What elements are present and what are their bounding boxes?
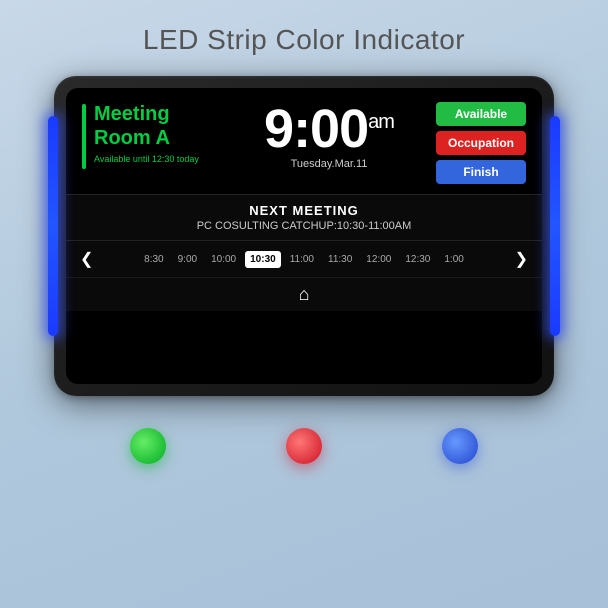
- home-icon[interactable]: ⌂: [299, 284, 310, 305]
- next-meeting-detail: PC COSULTING CATCHUP:10:30-11:00AM: [82, 220, 526, 232]
- led-strip-right: [550, 116, 560, 336]
- finish-button[interactable]: Finish: [436, 160, 526, 184]
- green-accent-bar: [82, 104, 86, 169]
- timeline-slot[interactable]: 9:00: [173, 251, 202, 268]
- room-name: Meeting Room A: [94, 102, 199, 150]
- blue-indicator: [442, 428, 478, 464]
- next-meeting-title: NEXT MEETING: [82, 203, 526, 218]
- clock-section: 9:00am Tuesday.Mar.11: [232, 102, 426, 170]
- screen-top: Meeting Room A Available until 12:30 tod…: [66, 88, 542, 194]
- clock-time: 9:00am: [264, 102, 394, 156]
- room-availability: Available until 12:30 today: [94, 154, 199, 164]
- available-button[interactable]: Available: [436, 102, 526, 126]
- occupation-button[interactable]: Occupation: [436, 131, 526, 155]
- device-outer: Meeting Room A Available until 12:30 tod…: [54, 76, 554, 396]
- timeline-prev-button[interactable]: ❮: [76, 249, 97, 269]
- timeline-slot[interactable]: 10:30: [245, 251, 281, 268]
- timeline-slot[interactable]: 11:00: [285, 251, 319, 268]
- color-indicators: [130, 428, 478, 464]
- timeline-slot[interactable]: 11:30: [323, 251, 357, 268]
- timeline-next-button[interactable]: ❯: [511, 249, 532, 269]
- green-indicator: [130, 428, 166, 464]
- clock-date: Tuesday.Mar.11: [291, 158, 368, 170]
- home-button-area: ⌂: [66, 277, 542, 311]
- timeline-slot[interactable]: 1:00: [439, 251, 468, 268]
- timeline-slots: 8:30 9:0010:0010:3011:0011:3012:0012:301:…: [101, 251, 506, 268]
- timeline-section: ❮ 8:30 9:0010:0010:3011:0011:3012:0012:30…: [66, 240, 542, 277]
- led-strip-left: [48, 116, 58, 336]
- red-indicator: [286, 428, 322, 464]
- timeline-slot[interactable]: 8:30: [139, 251, 168, 268]
- next-meeting-section: NEXT MEETING PC COSULTING CATCHUP:10:30-…: [66, 194, 542, 240]
- room-text: Meeting Room A Available until 12:30 tod…: [94, 102, 199, 164]
- status-buttons: Available Occupation Finish: [436, 102, 526, 184]
- page-title: LED Strip Color Indicator: [143, 24, 465, 56]
- device-screen: Meeting Room A Available until 12:30 tod…: [66, 88, 542, 384]
- timeline-slot[interactable]: 12:00: [361, 251, 396, 268]
- room-info: Meeting Room A Available until 12:30 tod…: [82, 102, 222, 169]
- timeline-slot[interactable]: 12:30: [400, 251, 435, 268]
- timeline-slot[interactable]: 10:00: [206, 251, 241, 268]
- device-wrapper: Meeting Room A Available until 12:30 tod…: [54, 76, 554, 396]
